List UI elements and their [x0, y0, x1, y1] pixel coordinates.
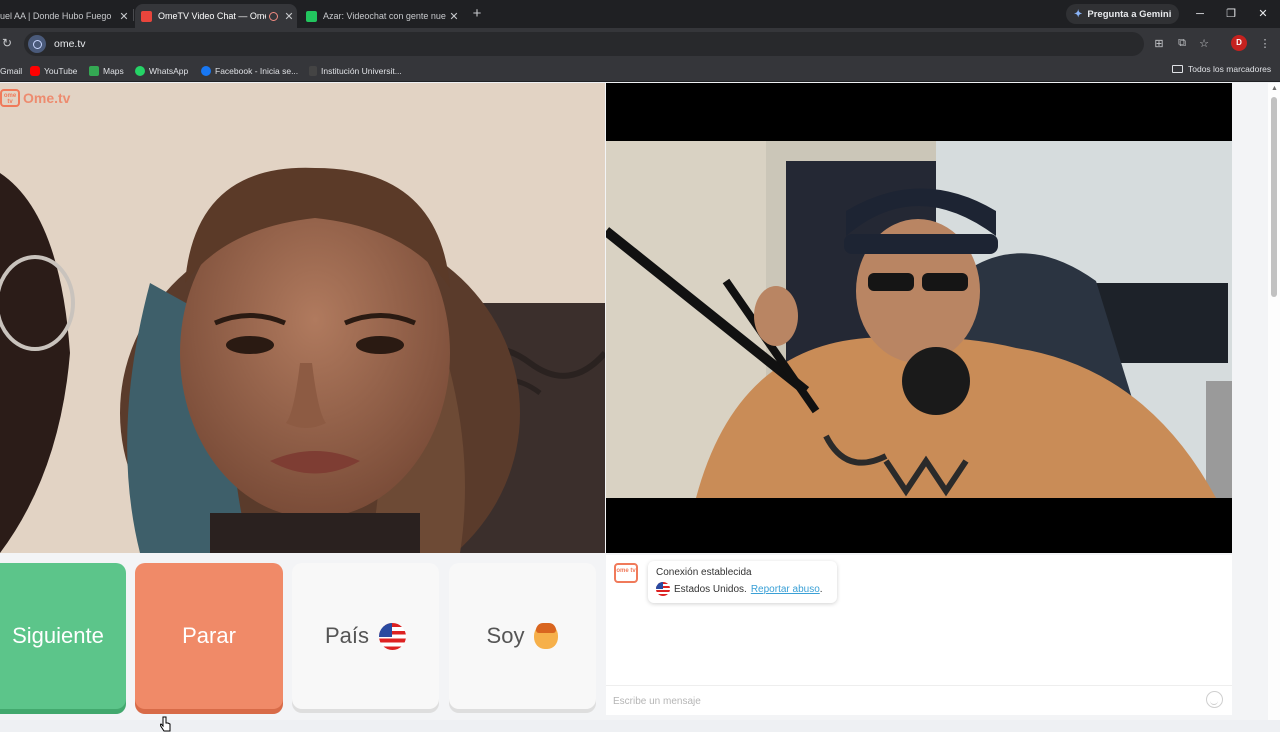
bookmark-facebook[interactable]: Facebook - Inicia se... [201, 64, 298, 78]
tab-close-icon[interactable]: ✕ [281, 10, 297, 23]
country-line: Estados Unidos. Reportar abuso. [656, 582, 829, 596]
close-window-icon[interactable]: ✕ [1253, 5, 1273, 23]
bookmark-label: Maps [103, 66, 124, 76]
profile-avatar[interactable]: D [1231, 35, 1247, 51]
ometv-chat-logo-icon: ome tv [614, 563, 638, 583]
gemini-spark-icon: ✦ [1074, 8, 1083, 20]
scroll-up-icon[interactable]: ▲ [1271, 85, 1278, 92]
reload-icon[interactable]: ↻ [2, 36, 12, 50]
tab-title: OmeTV Video Chat — Ome [158, 11, 266, 21]
translate-icon[interactable]: ⊞ [1152, 37, 1166, 50]
gender-button-label: Soy [486, 623, 525, 648]
self-video-image [606, 141, 1232, 498]
tab-title: uel AA | Donde Hubo Fuego [0, 11, 112, 21]
bookmark-institucion[interactable]: Institución Universit... [309, 64, 402, 78]
ometv-page: ome tv Ome.tv Siguiente Parar País Soy o… [0, 83, 1268, 732]
bookmark-label: Facebook - Inicia se... [215, 66, 299, 76]
system-message: Conexión establecida Estados Unidos. Rep… [648, 561, 837, 603]
report-abuse-link[interactable]: Reportar abuso [751, 584, 820, 595]
self-video-frame [606, 141, 1232, 498]
message-input-bar [606, 685, 1232, 715]
maps-icon [89, 66, 99, 76]
bookmark-label: Institución Universit... [321, 66, 402, 76]
boy-emoji-icon [534, 623, 559, 649]
minimize-icon[interactable]: ─ [1190, 5, 1210, 23]
ometv-logo-icon: ome tv [0, 89, 20, 107]
emoji-icon[interactable] [1206, 691, 1223, 708]
whatsapp-icon [135, 66, 145, 76]
tab-title: Azar: Videochat con gente nue [323, 11, 446, 21]
bookmark-label: Gmail [0, 66, 23, 76]
hand-cursor-icon [160, 716, 171, 732]
logo-text: Ome.tv [23, 90, 71, 106]
tab-azar[interactable]: Azar: Videochat con gente nue ✕ [300, 4, 462, 28]
chat-panel: ome tv Conexión establecida Estados Unid… [606, 555, 1232, 715]
bookmark-label: YouTube [44, 66, 78, 76]
stop-button-label: Parar [182, 623, 236, 648]
tab-close-icon[interactable]: ✕ [446, 10, 462, 23]
country-button[interactable]: País [292, 563, 439, 709]
control-panel: Siguiente Parar País Soy [0, 559, 605, 732]
browser-toolbar: ↻ ome.tv ⊞ ⧉ ☆ D ⋮ [0, 28, 1280, 60]
next-button-label: Siguiente [12, 623, 104, 648]
bookmark-label: WhatsApp [149, 66, 189, 76]
cast-icon[interactable]: ⧉ [1175, 37, 1189, 50]
bookmark-star-icon[interactable]: ☆ [1197, 37, 1211, 50]
page-scrollbar[interactable]: ▲ [1268, 83, 1280, 720]
gender-button[interactable]: Soy [449, 563, 596, 709]
url-text[interactable]: ome.tv [54, 38, 86, 50]
us-flag-icon [379, 622, 407, 650]
bookmark-gmail[interactable]: Gmail [0, 64, 22, 78]
tab-strip: uel AA | Donde Hubo Fuego ✕ OmeTV Video … [0, 0, 1280, 28]
recording-indicator-icon [269, 11, 278, 21]
tab-youtube[interactable]: uel AA | Donde Hubo Fuego ✕ [0, 4, 132, 28]
bookmark-youtube[interactable]: YouTube [30, 64, 77, 78]
stranger-video: ome tv Ome.tv [0, 83, 605, 553]
ometv-logo: ome tv Ome.tv [0, 89, 70, 107]
gemini-label: Pregunta a Gemini [1087, 8, 1172, 20]
all-bookmarks-label: Todos los marcadores [1188, 64, 1272, 74]
ometv-favicon-icon [141, 10, 152, 22]
youtube-icon [30, 66, 40, 76]
bookmark-maps[interactable]: Maps [89, 64, 124, 78]
menu-icon[interactable]: ⋮ [1258, 37, 1272, 50]
restore-icon[interactable]: ❐ [1221, 5, 1241, 23]
next-button[interactable]: Siguiente [0, 563, 126, 709]
tab-ometv[interactable]: OmeTV Video Chat — Ome ✕ [135, 4, 297, 28]
partner-country-text: Estados Unidos. [674, 583, 747, 595]
stranger-video-image [0, 83, 605, 553]
scrollbar-thumb[interactable] [1271, 97, 1277, 297]
stop-button[interactable]: Parar [135, 563, 283, 709]
institution-icon [309, 66, 317, 76]
connection-status-text: Conexión establecida [656, 567, 752, 578]
tab-separator [133, 9, 134, 21]
gemini-button[interactable]: ✦ Pregunta a Gemini [1066, 4, 1180, 24]
bookmarks-bar: Gmail YouTube Maps WhatsApp Facebook - I… [0, 60, 1280, 82]
bookmark-whatsapp[interactable]: WhatsApp [135, 64, 188, 78]
new-tab-icon[interactable]: + [469, 5, 485, 23]
azar-favicon-icon [306, 10, 317, 22]
tab-close-icon[interactable]: ✕ [116, 10, 132, 23]
us-flag-icon [656, 582, 670, 596]
all-bookmarks-button[interactable]: Todos los marcadores [1172, 64, 1271, 74]
site-info-icon[interactable] [28, 35, 46, 53]
country-button-label: País [324, 623, 370, 648]
message-input[interactable] [613, 693, 1193, 709]
address-bar[interactable]: ome.tv [24, 32, 1144, 56]
facebook-icon [201, 66, 211, 76]
folder-icon [1172, 65, 1183, 73]
self-video [606, 83, 1232, 553]
